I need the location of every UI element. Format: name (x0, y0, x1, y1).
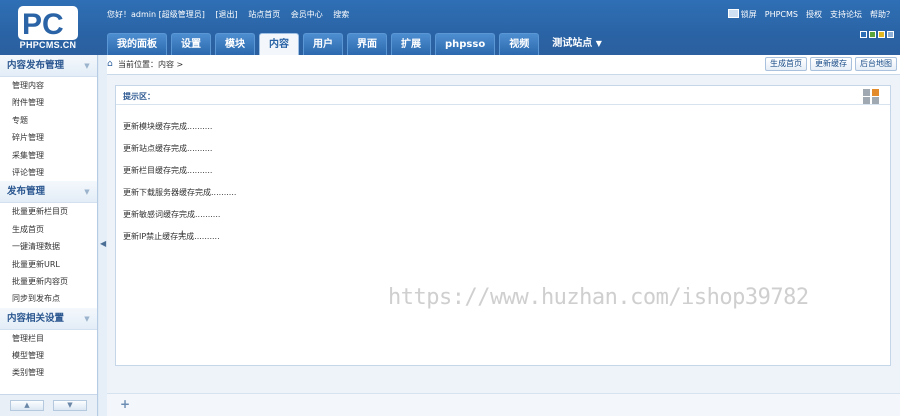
status-message: 更新下载服务器缓存完成.......... (123, 188, 237, 197)
scroll-up-button[interactable]: ▲ (10, 400, 44, 411)
tab-users[interactable]: 用户 (303, 33, 343, 55)
sidebar-item-manage-category[interactable]: 管理栏目 (0, 330, 97, 347)
top-links: 您好！admin [超级管理员] [退出] 站点首页 会员中心 搜索 (107, 9, 357, 20)
sidebar-item-batch-content[interactable]: 批量更新内容页 (0, 273, 97, 290)
site-home-link[interactable]: 站点首页 (248, 10, 280, 19)
greeting-text: 您好！admin [超级管理员] (107, 10, 205, 19)
sidebar-item-collection[interactable]: 采集管理 (0, 147, 97, 164)
sidebar-item-types[interactable]: 类别管理 (0, 364, 97, 381)
tab-video[interactable]: 视频 (499, 33, 540, 55)
status-message: 更新模块缓存完成.......... (123, 122, 213, 131)
status-message: 更新敏感词缓存完成.......... (123, 210, 221, 219)
theme-swatch-green[interactable] (869, 31, 876, 38)
sidebar: 内容发布管理 ▼ 管理内容 附件管理 专题 碎片管理 采集管理 评论管理 发布管… (0, 55, 98, 416)
caret-down-icon: ▼ (595, 39, 602, 48)
tab-modules[interactable]: 模块 (215, 33, 255, 55)
panel-header: 提示区： (116, 86, 890, 105)
sidebar-item-batch-url[interactable]: 批量更新URL (0, 256, 97, 273)
sidebar-item-comments[interactable]: 评论管理 (0, 164, 97, 181)
sidebar-item-batch-category[interactable]: 批量更新栏目页 (0, 203, 97, 220)
tab-settings[interactable]: 设置 (171, 33, 211, 55)
sidebar-scroll-controls: ▲ ▼ (0, 394, 97, 416)
top-right-links: 锁屏 PHPCMS 授权 支持论坛 帮助？ (727, 9, 894, 20)
help-link[interactable]: 帮助？ (870, 9, 894, 20)
tab-content[interactable]: 内容 (259, 33, 299, 55)
home-icon: ⌂ (107, 59, 113, 69)
forum-link[interactable]: 支持论坛 (830, 9, 862, 20)
chevron-down-icon: ▼ (84, 188, 90, 197)
chevron-down-icon: ▼ (84, 314, 90, 323)
license-link[interactable]: 授权 (806, 9, 822, 20)
theme-swatches (860, 31, 894, 38)
admin-map-button[interactable]: 后台地图 (855, 57, 897, 71)
tab-my-panel[interactable]: 我的面板 (107, 33, 167, 55)
theme-swatch-yellow[interactable] (878, 31, 885, 38)
tab-extensions[interactable]: 扩展 (391, 33, 431, 55)
logo-text: PHPCMS.CN (19, 40, 77, 50)
sidebar-section-content-publish[interactable]: 内容发布管理 ▼ (0, 55, 97, 77)
notice-panel: 提示区： 更新模块缓存完成.......... 更新站点缓存完成........… (115, 85, 891, 366)
site-switch-dropdown[interactable]: 测试站点 ▼ (543, 33, 611, 55)
breadcrumb: 当前位置：内容 > (118, 60, 184, 69)
breadcrumb-bar: ⌂ 当前位置：内容 > 生成首页 更新缓存 后台地图 (107, 55, 900, 75)
arrow-left-icon: ◀ (100, 239, 107, 248)
sidebar-item-clean-data[interactable]: 一键清理数据 (0, 238, 97, 255)
sidebar-item-sync-release[interactable]: 同步到发布点 (0, 290, 97, 307)
sidebar-item-blocks[interactable]: 碎片管理 (0, 129, 97, 146)
status-message: 更新栏目缓存完成.......... (123, 166, 213, 175)
header: PC PHPCMS.CN 您好！admin [超级管理员] [退出] 站点首页 … (0, 0, 900, 55)
member-center-link[interactable]: 会员中心 (291, 10, 323, 19)
layout-grid-icon[interactable] (863, 87, 880, 104)
plus-icon[interactable]: + (120, 397, 130, 411)
text-cursor-icon: I (181, 230, 184, 240)
phpcms-link[interactable]: PHPCMS (765, 10, 798, 19)
sidebar-section-publish[interactable]: 发布管理 ▼ (0, 181, 97, 204)
panel-title: 提示区： (123, 92, 155, 101)
svg-text:PC: PC (22, 8, 64, 40)
search-link[interactable]: 搜索 (333, 10, 349, 19)
status-message: 更新站点缓存完成.......... (123, 144, 213, 153)
status-message: 更新IP禁止缓存完成.......... (123, 232, 220, 241)
logo[interactable]: PC PHPCMS.CN (0, 0, 98, 55)
main-nav-tabs: 我的面板 设置 模块 内容 用户 界面 扩展 phpsso 视频 测试站点 ▼ (107, 33, 611, 55)
sidebar-item-special[interactable]: 专题 (0, 112, 97, 129)
logo-mark: PC (18, 6, 78, 41)
main-content: 提示区： 更新模块缓存完成.......... 更新站点缓存完成........… (107, 75, 900, 416)
tab-phpsso[interactable]: phpsso (435, 33, 496, 55)
sidebar-section-content-settings[interactable]: 内容相关设置 ▼ (0, 307, 97, 330)
scroll-down-button[interactable]: ▼ (53, 400, 87, 411)
lock-screen-link[interactable]: 锁屏 (727, 9, 757, 20)
chevron-down-icon: ▼ (84, 62, 90, 70)
tab-interface[interactable]: 界面 (347, 33, 387, 55)
monitor-icon (727, 9, 739, 18)
bottom-bar: + (107, 393, 900, 416)
theme-swatch-lightblue[interactable] (887, 31, 894, 38)
sidebar-item-generate-home[interactable]: 生成首页 (0, 221, 97, 238)
sidebar-collapse-handle[interactable]: ◀ (99, 55, 107, 416)
generate-home-button[interactable]: 生成首页 (765, 57, 807, 71)
sidebar-item-manage-content[interactable]: 管理内容 (0, 77, 97, 94)
sidebar-item-models[interactable]: 模型管理 (0, 347, 97, 364)
update-cache-button[interactable]: 更新缓存 (810, 57, 852, 71)
sidebar-item-attachments[interactable]: 附件管理 (0, 94, 97, 111)
quick-actions: 生成首页 更新缓存 后台地图 (765, 57, 897, 71)
logout-link[interactable]: [退出] (215, 10, 237, 19)
theme-swatch-blue[interactable] (860, 31, 867, 38)
watermark: https://www.huzhan.com/ishop39782 (388, 285, 809, 310)
